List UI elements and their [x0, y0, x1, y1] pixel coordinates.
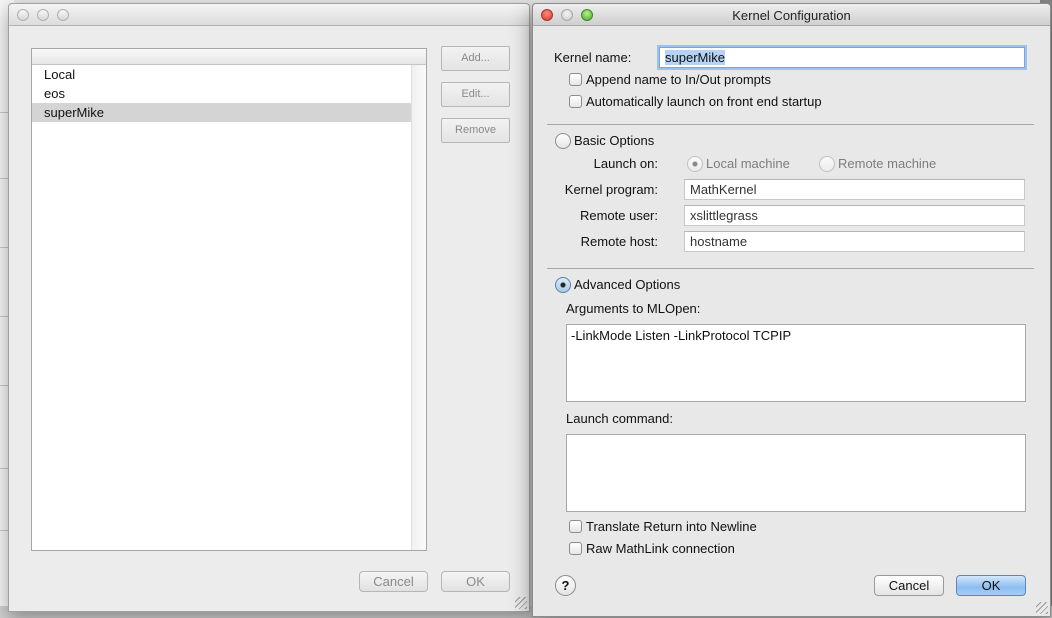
launch-on-label: Launch on:: [593, 156, 658, 171]
remote-host-input[interactable]: hostname: [684, 231, 1025, 252]
append-name-checkbox[interactable]: [569, 73, 582, 86]
kernel-name-value: superMike: [665, 50, 725, 65]
ok-button[interactable]: OK: [441, 571, 510, 592]
remote-user-label: Remote user:: [579, 208, 658, 223]
kernel-name-label: Kernel name:: [554, 50, 632, 65]
kernel-program-input[interactable]: MathKernel: [684, 179, 1025, 200]
close-window-button[interactable]: [17, 9, 29, 21]
title-bar: Kernel Configuration: [533, 4, 1050, 26]
title-bar: [9, 4, 529, 26]
local-machine-radio[interactable]: [687, 156, 703, 172]
edit-button[interactable]: Edit...: [441, 82, 510, 107]
translate-return-label: Translate Return into Newline: [586, 519, 757, 534]
ok-button[interactable]: OK: [956, 575, 1026, 596]
launch-command-textarea[interactable]: [566, 434, 1026, 512]
launch-command-label: Launch command:: [566, 411, 673, 426]
resize-grip-icon[interactable]: [1036, 602, 1048, 614]
cancel-button[interactable]: Cancel: [359, 571, 428, 592]
basic-options-radio[interactable]: [555, 133, 571, 149]
remote-machine-radio[interactable]: [819, 156, 835, 172]
resize-grip-icon[interactable]: [515, 597, 527, 609]
remote-machine-label: Remote machine: [838, 156, 937, 171]
separator: [547, 268, 1034, 269]
basic-options-label: Basic Options: [574, 133, 655, 148]
list-item-supermike[interactable]: superMike: [32, 103, 411, 122]
kernel-name-input[interactable]: superMike: [659, 47, 1025, 68]
auto-launch-checkbox[interactable]: [569, 95, 582, 108]
append-name-label: Append name to In/Out prompts: [586, 72, 771, 87]
arguments-label: Arguments to MLOpen:: [566, 301, 701, 316]
separator: [547, 124, 1034, 125]
kernel-list-window: Local eos superMike Add... Edit... Remov…: [8, 3, 530, 612]
auto-launch-label: Automatically launch on front end startu…: [586, 94, 822, 109]
advanced-options-radio[interactable]: [555, 277, 571, 293]
cancel-button[interactable]: Cancel: [874, 575, 944, 596]
translate-return-checkbox[interactable]: [569, 520, 582, 533]
list-header: [32, 49, 426, 65]
arguments-textarea[interactable]: -LinkMode Listen -LinkProtocol TCPIP: [566, 324, 1026, 402]
add-button[interactable]: Add...: [441, 46, 510, 71]
kernel-list[interactable]: Local eos superMike: [31, 48, 427, 551]
list-item-eos[interactable]: eos: [32, 84, 411, 103]
list-item-local[interactable]: Local: [32, 65, 411, 84]
minimize-window-button[interactable]: [37, 9, 49, 21]
kernel-configuration-window: Kernel Configuration Kernel name: superM…: [532, 3, 1051, 617]
kernel-program-label: Kernel program:: [564, 182, 658, 197]
remote-user-input[interactable]: xslittlegrass: [684, 205, 1025, 226]
list-scrollbar[interactable]: [411, 65, 426, 550]
local-machine-label: Local machine: [706, 156, 790, 171]
remote-host-label: Remote host:: [580, 234, 658, 249]
remove-button[interactable]: Remove: [441, 118, 510, 143]
advanced-options-label: Advanced Options: [574, 277, 681, 292]
zoom-window-button[interactable]: [57, 9, 69, 21]
raw-mathlink-label: Raw MathLink connection: [586, 541, 735, 556]
help-icon[interactable]: ?: [555, 575, 576, 596]
window-title: Kernel Configuration: [732, 8, 851, 23]
raw-mathlink-checkbox[interactable]: [569, 542, 582, 555]
